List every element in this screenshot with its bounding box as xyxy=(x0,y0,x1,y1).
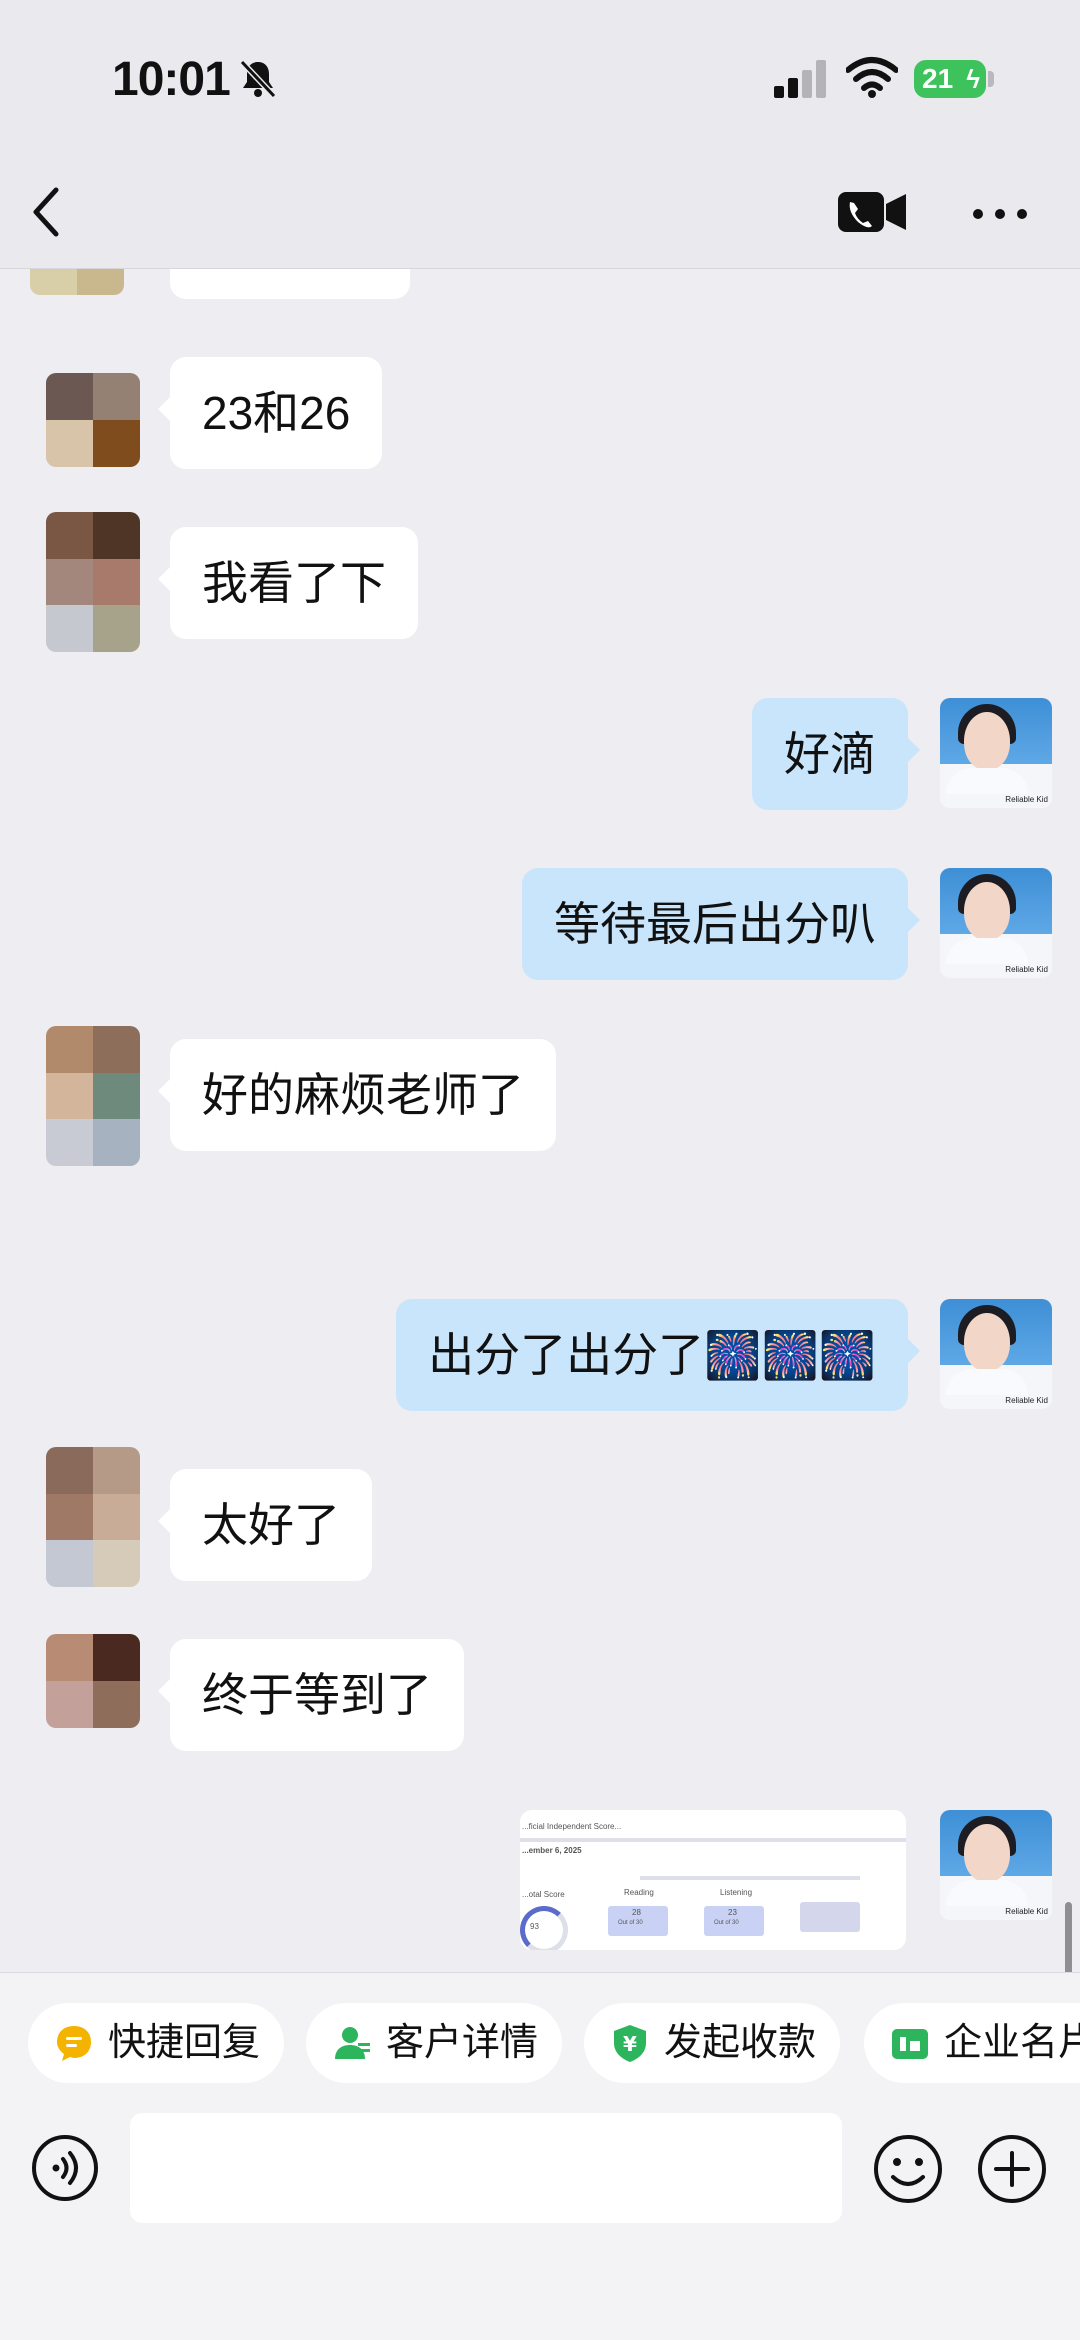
message-bubble-out[interactable]: 出分了出分了🎆🎆🎆 xyxy=(396,1299,920,1411)
status-bar: 10:01 21 ϟ xyxy=(0,0,1080,160)
message-bubble-out[interactable]: 等待最后出分叭 xyxy=(522,868,920,980)
blurred-score-box xyxy=(800,1902,860,1932)
divider xyxy=(640,1876,860,1880)
video-call-icon[interactable] xyxy=(836,186,908,238)
message-bubble-out[interactable]: 好滴 xyxy=(752,698,920,810)
charging-icon: ϟ xyxy=(966,64,980,94)
chat-nav-bar xyxy=(0,160,1080,269)
customer-detail-button[interactable]: 客户详情 xyxy=(306,2003,562,2083)
add-more-icon[interactable] xyxy=(976,2133,1048,2205)
self-avatar[interactable]: Reliable Kid xyxy=(940,868,1052,978)
business-card-button[interactable]: 企业名片 xyxy=(864,2003,1080,2083)
listening-score-value: 23 xyxy=(728,1908,737,1917)
battery-tip xyxy=(988,71,994,87)
reading-score-value: 28 xyxy=(632,1908,641,1917)
total-score-label: ...otal Score xyxy=(522,1890,565,1899)
self-avatar[interactable]: Reliable Kid xyxy=(940,698,1052,808)
battery-indicator: 21 ϟ xyxy=(914,60,986,98)
avatar-collar xyxy=(946,1369,1028,1395)
quick-reply-icon xyxy=(57,2026,91,2061)
score-report-date: ...ember 6, 2025 xyxy=(522,1846,582,1855)
avatar-collar xyxy=(946,938,1028,964)
avatar-watermark: Reliable Kid xyxy=(1005,1396,1048,1405)
contact-avatar[interactable] xyxy=(46,1634,140,1728)
avatar-face xyxy=(964,882,1010,940)
business-card-label: 企业名片 xyxy=(944,2022,1080,2064)
payment-button[interactable]: ¥ 发起收款 xyxy=(584,2003,840,2083)
contact-avatar[interactable] xyxy=(46,1026,140,1166)
contact-avatar[interactable] xyxy=(30,269,124,295)
total-score-value: 93 xyxy=(530,1922,539,1931)
message-bubble-in[interactable]: 我看了下 xyxy=(158,527,418,639)
message-bubble-in[interactable]: 23和26 xyxy=(157,357,383,469)
self-avatar[interactable]: Reliable Kid xyxy=(940,1810,1052,1920)
message-bubble-in[interactable]: 好的麻烦老师了 xyxy=(158,1039,556,1151)
listening-out-of: Out of 30 xyxy=(714,1920,739,1926)
cellular-signal-icon xyxy=(774,60,826,98)
svg-text:¥: ¥ xyxy=(623,2032,637,2056)
payment-icon: ¥ xyxy=(614,2025,646,2062)
scrollbar[interactable] xyxy=(1065,1902,1072,1972)
customer-detail-icon xyxy=(335,2027,370,2059)
message-bubble-in[interactable] xyxy=(170,269,410,299)
contact-avatar[interactable] xyxy=(46,512,140,652)
voice-input-icon[interactable] xyxy=(30,2133,100,2203)
contact-avatar[interactable] xyxy=(46,373,140,467)
more-options-icon[interactable] xyxy=(970,194,1030,234)
self-avatar[interactable]: Reliable Kid xyxy=(940,1299,1052,1409)
avatar-face xyxy=(964,1313,1010,1371)
avatar-face xyxy=(964,712,1010,770)
score-report-header: ...ficial Independent Score... xyxy=(522,1822,622,1831)
avatar-watermark: Reliable Kid xyxy=(1005,795,1048,804)
shared-score-image[interactable]: ...ficial Independent Score... ...ember … xyxy=(520,1810,906,1950)
reading-out-of: Out of 30 xyxy=(618,1920,643,1926)
message-input[interactable] xyxy=(130,2113,842,2223)
avatar-watermark: Reliable Kid xyxy=(1005,1907,1048,1916)
reading-score-box: 28 Out of 30 xyxy=(608,1906,668,1936)
avatar-watermark: Reliable Kid xyxy=(1005,965,1048,974)
quick-reply-label: 快捷回复 xyxy=(108,2022,261,2064)
chat-input-area: 快捷回复 客户详情 ¥ 发起收款 企业名片 xyxy=(0,1972,1080,2340)
contact-avatar[interactable] xyxy=(46,1447,140,1587)
avatar-collar xyxy=(946,768,1028,794)
emoji-icon[interactable] xyxy=(872,2133,944,2205)
payment-label: 发起收款 xyxy=(664,2022,817,2064)
quick-reply-button[interactable]: 快捷回复 xyxy=(28,2003,284,2083)
customer-detail-label: 客户详情 xyxy=(386,2022,539,2064)
divider xyxy=(520,1838,906,1842)
business-card-icon xyxy=(892,2029,928,2059)
total-score-gauge xyxy=(520,1906,568,1950)
reading-label: Reading xyxy=(624,1888,654,1897)
bell-muted-icon xyxy=(239,59,277,99)
message-bubble-in[interactable]: 终于等到了 xyxy=(158,1639,464,1751)
message-bubble-in[interactable]: 太好了 xyxy=(158,1469,372,1581)
listening-label: Listening xyxy=(720,1888,753,1897)
battery-level: 21 xyxy=(922,63,954,94)
clock: 10:01 xyxy=(112,53,231,106)
listening-score-box: 23 Out of 30 xyxy=(704,1906,764,1936)
avatar-collar xyxy=(946,1880,1028,1906)
wifi-icon xyxy=(846,57,898,98)
avatar-face xyxy=(964,1824,1010,1882)
message-list[interactable]: 23和26 我看了下 好滴 Reliable Kid 等待最后出分叭 Relia… xyxy=(0,269,1080,1972)
back-arrow-icon[interactable] xyxy=(18,182,78,242)
